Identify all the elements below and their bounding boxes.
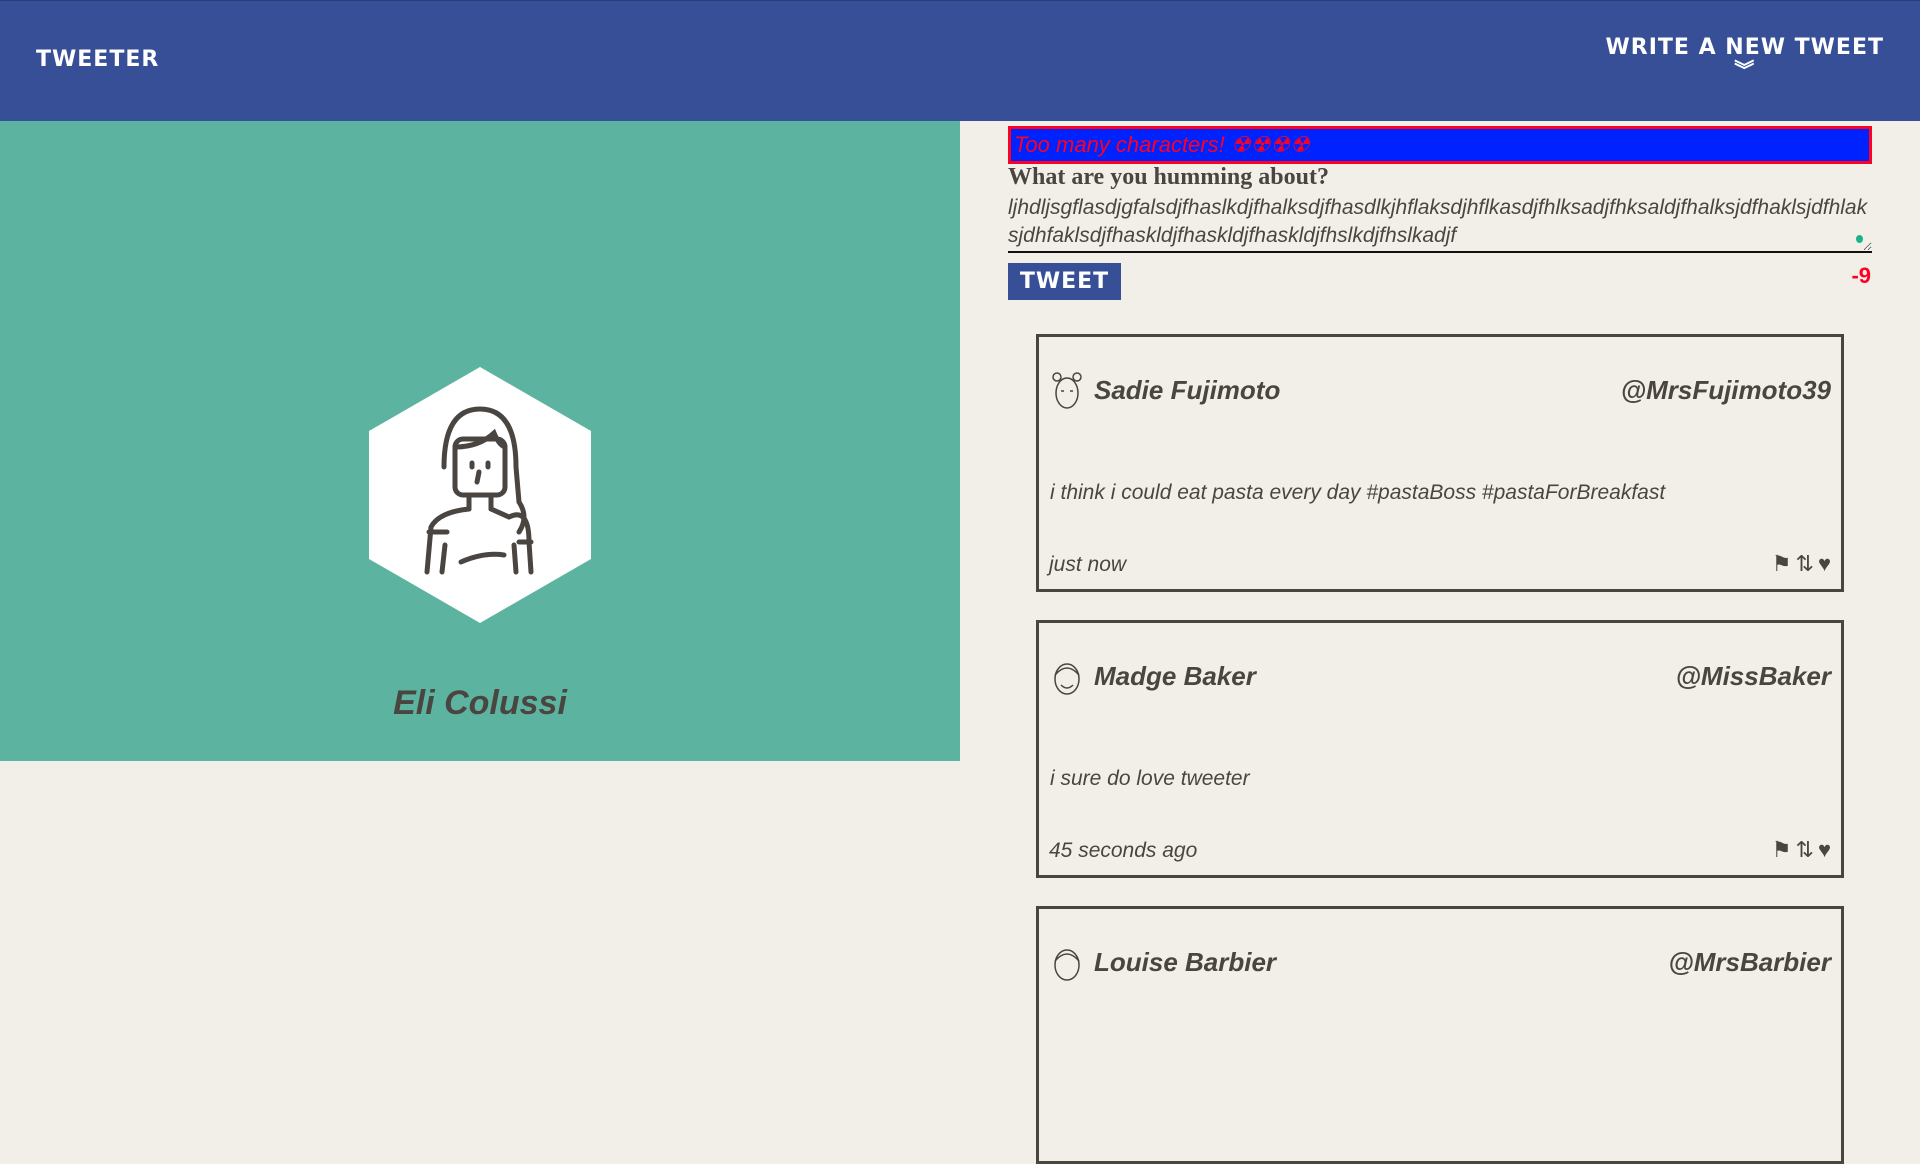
retweet-icon[interactable]: ⇅ <box>1796 837 1814 863</box>
user-avatar <box>369 367 591 623</box>
compose-label: What are you humming about? <box>1008 164 1329 190</box>
flag-icon[interactable]: ⚑ <box>1772 551 1792 577</box>
brand-logo[interactable]: TWEETER <box>36 47 159 72</box>
tweet-text: i sure do love tweeter <box>1050 767 1250 790</box>
tweet-card: Madge Baker @MissBaker i sure do love tw… <box>1036 620 1844 878</box>
tweet-author-name: Louise Barbier <box>1094 947 1277 977</box>
tweet-author-name: Madge Baker <box>1094 661 1256 691</box>
double-chevron-down-icon: ︾ <box>1734 58 1756 82</box>
top-nav: TWEETER WRITE A NEW TWEET ︾ <box>0 0 1920 121</box>
tweet-textarea[interactable]: ljhdljsgflasdjgfalsdjfhaslkdjfhalksdjfha… <box>1008 194 1872 253</box>
user-avatar-icon <box>1052 372 1082 409</box>
flag-icon[interactable]: ⚑ <box>1772 837 1792 863</box>
tweet-author-handle: @MrsBarbier <box>1668 947 1831 977</box>
user-avatar-icon <box>1054 663 1080 695</box>
tweet-button[interactable]: TWEET <box>1008 263 1121 300</box>
write-new-tweet-toggle[interactable]: WRITE A NEW TWEET ︾ <box>1605 35 1884 82</box>
tweet-text: i think i could eat pasta every day #pas… <box>1050 481 1666 504</box>
tweet-card: Louise Barbier @MrsBarbier <box>1036 906 1844 1164</box>
character-counter: -9 <box>1851 263 1871 288</box>
tweet-author-handle: @MrsFujimoto39 <box>1620 375 1831 405</box>
heart-icon[interactable]: ♥ <box>1818 551 1831 577</box>
tweet-timestamp: just now <box>1049 553 1127 576</box>
compose-label: WRITE A NEW TWEET <box>1605 35 1884 60</box>
tweet-card: Sadie Fujimoto @MrsFujimoto39 i think i … <box>1036 334 1844 592</box>
error-message: Too many characters! ☢☢☢☢ <box>1008 126 1872 164</box>
tweet-timestamp: 45 seconds ago <box>1049 839 1198 862</box>
heart-icon[interactable]: ♥ <box>1818 837 1831 863</box>
retweet-icon[interactable]: ⇅ <box>1796 551 1814 577</box>
grammarly-dot-icon[interactable] <box>1856 235 1863 243</box>
profile-name: Eli Colussi <box>393 684 567 722</box>
profile-panel: Eli Colussi <box>0 121 960 761</box>
tweet-author-name: Sadie Fujimoto <box>1094 375 1281 405</box>
tweet-author-handle: @MissBaker <box>1675 661 1831 691</box>
user-avatar-icon <box>1054 949 1080 981</box>
